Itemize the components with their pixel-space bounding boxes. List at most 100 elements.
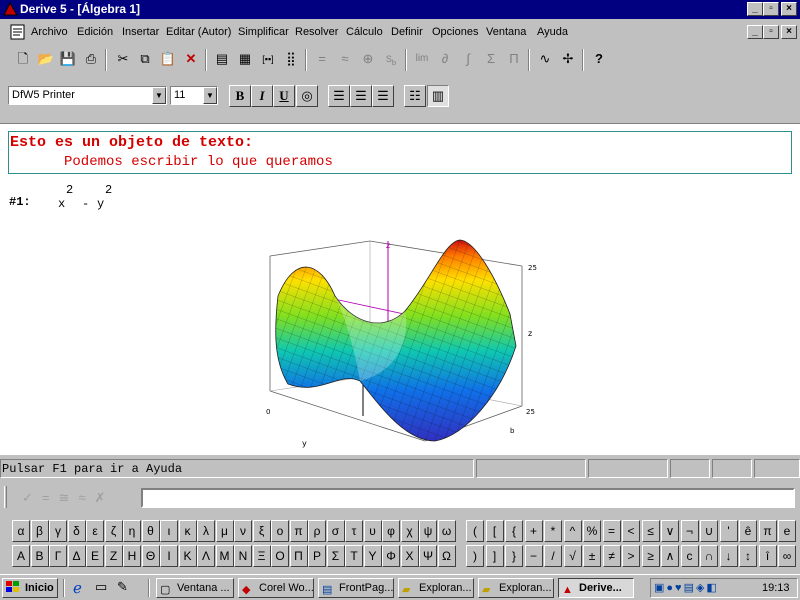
entry-action-buttons[interactable]: ✓=≅≈✗ xyxy=(12,487,137,509)
approximate-icon[interactable]: ≈ xyxy=(334,49,356,71)
greek-upper-key[interactable]: Ζ xyxy=(104,545,123,567)
algebra-window[interactable]: Esto es un objeto de texto: Podemos escr… xyxy=(0,123,800,455)
underline-icon[interactable]: U xyxy=(273,85,295,107)
greek-upper-key[interactable]: Κ xyxy=(178,545,197,567)
operator-key[interactable]: c xyxy=(680,545,699,567)
operator-key[interactable]: ] xyxy=(485,545,504,567)
insert-text-icon[interactable]: ▤ xyxy=(211,49,233,71)
operator-key[interactable]: ∪ xyxy=(700,520,718,542)
greek-upper-key[interactable]: Ω xyxy=(437,545,456,567)
cut-scissors-icon[interactable]: ✂ xyxy=(112,49,134,71)
delete-x-icon[interactable]: ✕ xyxy=(180,49,202,71)
greek-upper-key[interactable]: Σ xyxy=(326,545,345,567)
operator-key[interactable]: < xyxy=(622,520,640,542)
new-file-icon[interactable]: 🗋 xyxy=(12,49,34,71)
operator-key[interactable]: ↓ xyxy=(719,545,738,567)
greek-upper-key[interactable]: Μ xyxy=(215,545,234,567)
plot-3d-icon[interactable]: ✢ xyxy=(557,49,579,71)
operator-key[interactable]: ≠ xyxy=(602,545,621,567)
derive-app-icon[interactable] xyxy=(3,2,18,17)
font-size-select[interactable]: 11 ▼ xyxy=(170,86,218,105)
print-icon[interactable]: ⎙ xyxy=(80,49,102,71)
greek-lower-key[interactable]: γ xyxy=(49,520,67,542)
close-button[interactable]: × xyxy=(781,2,797,16)
greek-lower-key[interactable]: δ xyxy=(67,520,86,542)
expression-1[interactable]: #1: x 2 - y 2 xyxy=(0,177,140,217)
greek-lower-key[interactable]: χ xyxy=(400,520,419,542)
expression-input[interactable] xyxy=(141,488,795,508)
greek-upper-key[interactable]: Θ xyxy=(141,545,160,567)
operator-key[interactable]: ∧ xyxy=(661,545,679,567)
help-question-icon[interactable]: ? xyxy=(588,49,610,71)
substitute-icon[interactable]: Sb xyxy=(380,49,402,71)
menu-calculo[interactable]: Cálculo xyxy=(346,26,383,38)
saddle-surface-plot[interactable]: z z 25 25 y 0 b xyxy=(260,236,540,456)
greek-lower-key[interactable]: ω xyxy=(437,520,456,542)
operator-key[interactable]: ^ xyxy=(563,520,582,542)
operator-key[interactable]: [ xyxy=(485,520,504,542)
operator-key[interactable]: { xyxy=(505,520,523,542)
text-object[interactable]: Esto es un objeto de texto: Podemos escr… xyxy=(8,131,792,174)
align-right-icon[interactable]: ☰ xyxy=(372,85,394,107)
operator-key[interactable]: ≥ xyxy=(641,545,660,567)
greek-upper-key[interactable]: Ε xyxy=(86,545,104,567)
greek-lower-key[interactable]: α xyxy=(12,520,30,542)
greek-upper-key[interactable]: Χ xyxy=(400,545,419,567)
task-derive[interactable]: ▲ Derive... xyxy=(558,578,634,598)
doc-restore-button[interactable]: ▫ xyxy=(763,25,779,39)
simplify-equals-icon[interactable]: = xyxy=(311,49,333,71)
operator-key[interactable]: ∨ xyxy=(661,520,679,542)
greek-lower-key[interactable]: θ xyxy=(141,520,160,542)
greek-lower-key[interactable]: ν xyxy=(234,520,252,542)
menu-archivo[interactable]: Archivo xyxy=(31,26,68,38)
greek-upper-key[interactable]: Τ xyxy=(345,545,363,567)
doc-close-button[interactable]: × xyxy=(781,25,797,39)
greek-upper-key[interactable]: Ψ xyxy=(419,545,437,567)
operator-key[interactable]: = xyxy=(602,520,621,542)
greek-upper-key[interactable]: Π xyxy=(289,545,308,567)
greek-lower-key[interactable]: π xyxy=(289,520,308,542)
greek-upper-key[interactable]: Λ xyxy=(197,545,215,567)
task-corel[interactable]: ◆ Corel Wo... xyxy=(238,578,314,598)
greek-upper-key[interactable]: Ξ xyxy=(252,545,271,567)
insert-plot-icon[interactable]: ▦ xyxy=(234,49,256,71)
task-explorer-2[interactable]: ▰ Exploran... xyxy=(478,578,554,598)
operator-key[interactable]: } xyxy=(505,545,523,567)
greek-upper-key[interactable]: Δ xyxy=(67,545,86,567)
document-icon[interactable] xyxy=(10,24,26,40)
menu-ayuda[interactable]: Ayuda xyxy=(537,26,568,38)
operator-key[interactable]: ∞ xyxy=(778,545,796,567)
greek-upper-key[interactable]: Η xyxy=(123,545,141,567)
copy-icon[interactable]: ⧉ xyxy=(134,49,156,71)
menu-insertar[interactable]: Insertar xyxy=(122,26,159,38)
task-ventana[interactable]: ▢ Ventana ... xyxy=(156,578,234,598)
greek-upper-key[interactable]: Γ xyxy=(49,545,67,567)
paragraph-format-icon[interactable]: ▥ xyxy=(427,85,449,107)
greek-lower-key[interactable]: β xyxy=(30,520,49,542)
greek-upper-key[interactable]: Φ xyxy=(382,545,400,567)
chevron-down-icon[interactable]: ▼ xyxy=(203,87,217,104)
operator-key[interactable]: ↕ xyxy=(739,545,757,567)
doc-minimize-button[interactable]: _ xyxy=(747,25,763,39)
greek-lower-key[interactable]: φ xyxy=(382,520,400,542)
chevron-down-icon[interactable]: ▼ xyxy=(152,87,166,104)
greek-upper-key[interactable]: Ρ xyxy=(308,545,326,567)
operator-key[interactable]: ∩ xyxy=(700,545,718,567)
greek-lower-key[interactable]: η xyxy=(123,520,141,542)
minimize-button[interactable]: _ xyxy=(747,2,763,16)
quick-launch-icon[interactable]: ✎ xyxy=(117,579,128,595)
menu-editar-autor[interactable]: Editar (Autor) xyxy=(166,26,231,38)
menu-resolver[interactable]: Resolver xyxy=(295,26,338,38)
greek-upper-key[interactable]: Α xyxy=(12,545,30,567)
greek-lower-key[interactable]: ξ xyxy=(252,520,271,542)
operator-key[interactable]: î xyxy=(758,545,777,567)
task-explorer-1[interactable]: ▰ Exploran... xyxy=(398,578,474,598)
greek-lower-key[interactable]: ι xyxy=(160,520,178,542)
greek-lower-key[interactable]: σ xyxy=(326,520,345,542)
start-button[interactable]: Inicio xyxy=(2,578,58,598)
menu-edicion[interactable]: Edición xyxy=(77,26,113,38)
operator-key[interactable]: ê xyxy=(739,520,757,542)
greek-upper-key[interactable]: Ν xyxy=(234,545,252,567)
bold-icon[interactable]: B xyxy=(229,85,251,107)
operator-key[interactable]: ¬ xyxy=(680,520,699,542)
